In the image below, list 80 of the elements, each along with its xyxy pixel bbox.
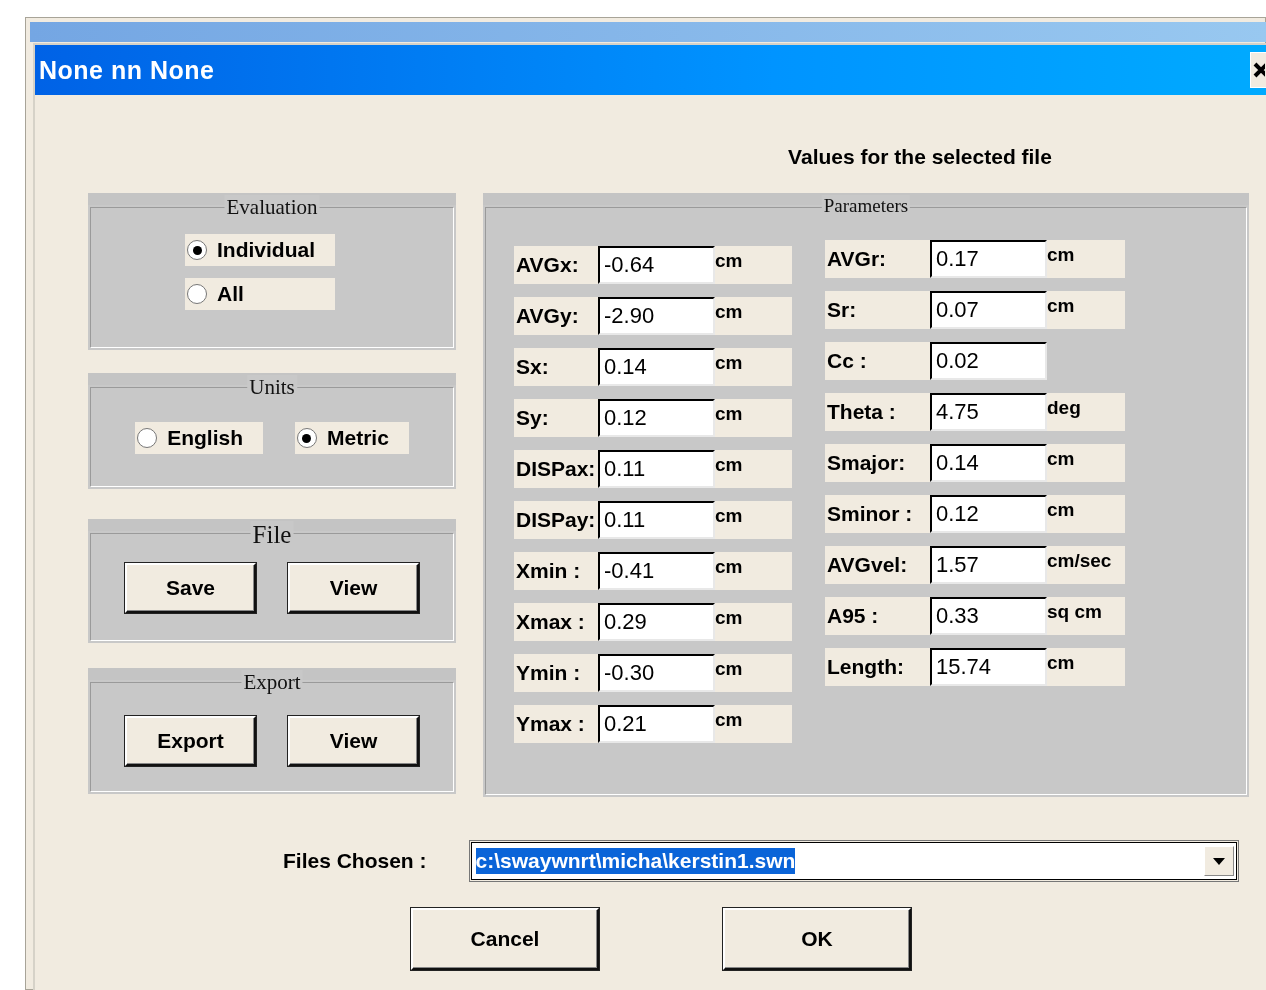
unit-label: cm xyxy=(715,297,792,335)
parameter-label: Sr: xyxy=(825,291,930,329)
unit-label: cm xyxy=(715,603,792,641)
selected-file-path: c:\swaywnrt\micha\kerstin1.swn xyxy=(475,848,796,874)
unit-label: cm xyxy=(715,705,792,743)
radio-icon[interactable] xyxy=(137,428,158,448)
value-field[interactable]: 0.02 xyxy=(930,342,1047,380)
unit-label: sq cm xyxy=(1047,597,1125,635)
files-chosen-label: Files Chosen : xyxy=(283,849,427,873)
action-button[interactable]: Save xyxy=(125,563,256,613)
unit-label: cm xyxy=(1047,444,1125,482)
action-button[interactable]: View xyxy=(288,563,419,613)
action-button[interactable]: Export xyxy=(125,716,256,766)
radio-button[interactable]: Metric xyxy=(295,422,409,454)
unit-label: cm xyxy=(715,450,792,488)
value-field[interactable]: 15.74 xyxy=(930,648,1047,686)
dialog-button[interactable]: Cancel xyxy=(411,908,599,970)
unit-label: cm xyxy=(715,348,792,386)
parameter-label: Sy: xyxy=(514,399,598,437)
parameter-label: AVGvel: xyxy=(825,546,930,584)
unit-label: cm xyxy=(1047,240,1125,278)
value-field[interactable]: 1.57 xyxy=(930,546,1047,584)
value-field[interactable]: 0.11 xyxy=(598,450,715,488)
unit-label: cm xyxy=(1047,495,1125,533)
value-field[interactable]: 0.11 xyxy=(598,501,715,539)
value-field[interactable]: -0.64 xyxy=(598,246,715,284)
parameter-label: A95 : xyxy=(825,597,930,635)
parameter-label: AVGr: xyxy=(825,240,930,278)
close-icon xyxy=(1253,62,1265,78)
value-field[interactable]: -2.90 xyxy=(598,297,715,335)
parameter-label: DISPax: xyxy=(514,450,598,488)
unit-label: cm xyxy=(715,552,792,590)
action-button[interactable]: View xyxy=(288,716,419,766)
value-field[interactable]: -0.30 xyxy=(598,654,715,692)
radio-icon[interactable] xyxy=(187,240,207,260)
value-field[interactable]: 0.33 xyxy=(930,597,1047,635)
radio-button[interactable]: Individual xyxy=(185,234,335,266)
unit-label: cm xyxy=(715,654,792,692)
close-button[interactable] xyxy=(1250,52,1266,88)
group-legend: Export xyxy=(241,670,303,695)
dialog-button[interactable]: OK xyxy=(723,908,911,970)
value-field[interactable]: 0.29 xyxy=(598,603,715,641)
value-field[interactable]: 0.14 xyxy=(930,444,1047,482)
parameter-label: Cc : xyxy=(825,342,930,380)
unit-label: cm xyxy=(1047,291,1125,329)
value-field[interactable]: 4.75 xyxy=(930,393,1047,431)
unit-label: cm xyxy=(1047,648,1125,686)
radio-button[interactable]: English xyxy=(135,422,263,454)
value-field[interactable]: 0.07 xyxy=(930,291,1047,329)
unit-label: deg xyxy=(1047,393,1125,431)
parameter-label: DISPay: xyxy=(514,501,598,539)
section-heading: Values for the selected file xyxy=(787,145,1053,169)
unit-label: cm xyxy=(715,399,792,437)
value-field[interactable]: 0.12 xyxy=(598,399,715,437)
parameter-label: Length: xyxy=(825,648,930,686)
dropdown-button[interactable] xyxy=(1203,846,1234,876)
value-field[interactable]: 0.12 xyxy=(930,495,1047,533)
parameter-label: Sx: xyxy=(514,348,598,386)
caret-icon xyxy=(1212,857,1225,865)
unit-label: cm/sec xyxy=(1047,546,1125,584)
unit-label: cm xyxy=(715,246,792,284)
parameter-label: AVGy: xyxy=(514,297,598,335)
value-field[interactable]: 0.14 xyxy=(598,348,715,386)
parameter-label: Ymin : xyxy=(514,654,598,692)
window-title: None nn None xyxy=(39,55,215,85)
parameter-label: Xmin : xyxy=(514,552,598,590)
file-dropdown[interactable]: c:\swaywnrt\micha\kerstin1.swn xyxy=(470,842,1237,880)
parameter-label: Sminor : xyxy=(825,495,930,533)
value-field[interactable]: 0.17 xyxy=(930,240,1047,278)
radio-icon[interactable] xyxy=(297,428,317,448)
radio-button[interactable]: All xyxy=(185,278,335,310)
parameter-label: Ymax : xyxy=(514,705,598,743)
radio-icon[interactable] xyxy=(187,284,207,304)
parameter-label: Xmax : xyxy=(514,603,598,641)
parameter-label: Theta : xyxy=(825,393,930,431)
unit-label: cm xyxy=(715,501,792,539)
parameter-label: Smajor: xyxy=(825,444,930,482)
value-field[interactable]: 0.21 xyxy=(598,705,715,743)
value-field[interactable]: -0.41 xyxy=(598,552,715,590)
parameter-label: AVGx: xyxy=(514,246,598,284)
